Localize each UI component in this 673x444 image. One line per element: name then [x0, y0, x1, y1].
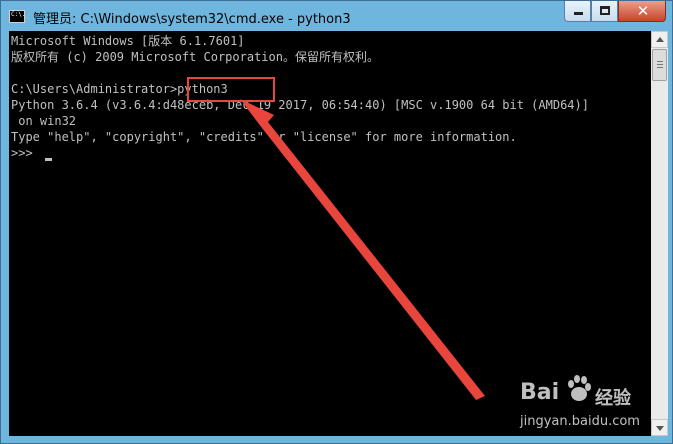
arrow-icon: [240, 99, 485, 400]
watermark-jingyan: 经验: [595, 388, 631, 409]
baidu-watermark: Bai 经验 jingyan.baidu.com: [480, 370, 660, 438]
paw-icon: [568, 375, 591, 401]
watermark-logo: Bai: [520, 380, 560, 405]
watermark-url: jingyan.baidu.com: [520, 414, 640, 429]
